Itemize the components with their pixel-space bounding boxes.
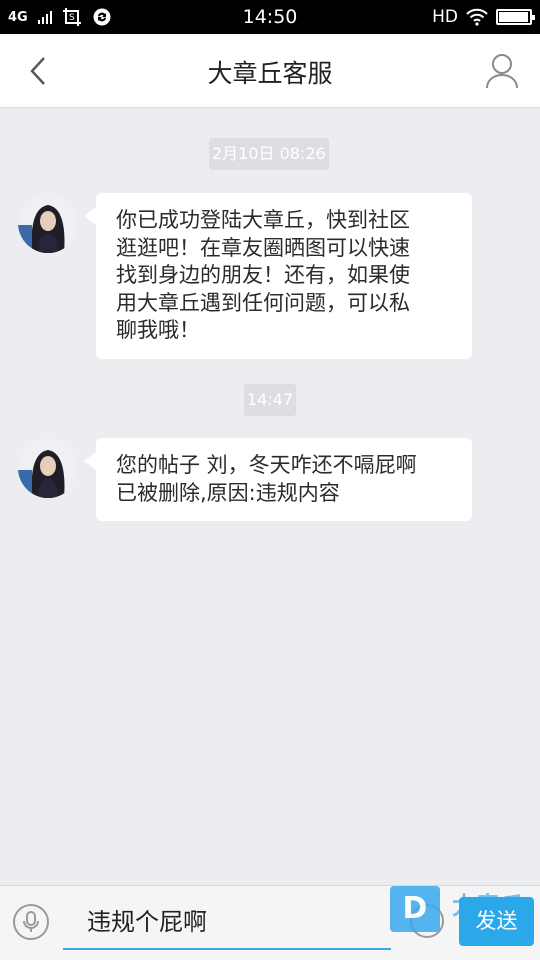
profile-button[interactable] <box>482 50 522 92</box>
voice-button[interactable] <box>13 904 49 940</box>
microphone-icon <box>23 911 39 932</box>
composer-bar: 违规个屁啊 D 大章丘 发送 <box>0 885 540 960</box>
chat-area[interactable]: 2月10日 08:26 你已成功登陆大章丘，快到社区 逛逛吧！在章友圈晒图可以快… <box>0 109 540 885</box>
message-bubble: 你已成功登陆大章丘，快到社区 逛逛吧！在章友圈晒图可以快速 找到身边的朋友！还有… <box>84 193 472 359</box>
avatar[interactable] <box>18 438 78 498</box>
header-bar: 大章丘客服 <box>0 34 540 108</box>
message-timestamp: 14:47 <box>244 384 297 416</box>
message-input-value: 违规个屁啊 <box>87 908 207 936</box>
person-icon <box>486 54 518 89</box>
avatar[interactable] <box>18 193 78 253</box>
battery-icon <box>496 9 535 25</box>
message-line: 用大章丘遇到任何问题，可以私 <box>116 290 410 315</box>
message-line: 逛逛吧！在章友圈晒图可以快速 <box>116 235 410 260</box>
status-bar: 4G S 14:50 HD <box>0 0 540 34</box>
message-line: 找到身边的朋友！还有，如果使 <box>116 263 410 287</box>
page-title: 大章丘客服 <box>207 59 333 88</box>
message-input[interactable]: 违规个屁啊 <box>63 900 391 950</box>
message-line: 已被删除,原因:违规内容 <box>116 480 340 505</box>
watermark-logo: D <box>390 886 440 932</box>
send-button[interactable]: 发送 <box>459 897 534 946</box>
message-bubble: 您的帖子 刘，冬天咋还不嗝屁啊 已被删除,原因:违规内容 <box>84 438 472 521</box>
wifi-icon <box>466 8 488 26</box>
hd-indicator: HD <box>432 7 458 27</box>
message-timestamp: 2月10日 08:26 <box>209 138 329 170</box>
message-line: 你已成功登陆大章丘，快到社区 <box>116 208 410 232</box>
message-line: 您的帖子 刘，冬天咋还不嗝屁啊 <box>116 453 417 477</box>
message-line: 聊我哦！ <box>116 318 200 342</box>
